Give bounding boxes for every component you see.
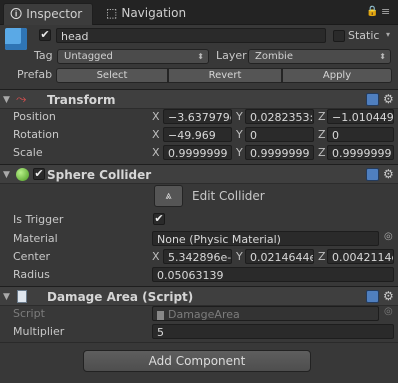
help-book-icon[interactable] (366, 93, 379, 106)
help-book-icon[interactable] (366, 290, 379, 303)
script-value: DamageArea (168, 308, 240, 321)
foldout-arrow-icon[interactable]: ▼ (3, 95, 10, 105)
tab-inspector[interactable]: 🛈 Inspector (3, 3, 94, 25)
rotation-x-label: X (152, 128, 160, 141)
position-y-label: Y (236, 110, 243, 123)
scale-label: Scale (13, 146, 43, 159)
script-label: Script (13, 307, 45, 320)
prefab-apply-button[interactable]: Apply (282, 68, 392, 83)
rotation-z-label: Z (318, 128, 326, 141)
position-x-label: X (152, 110, 160, 123)
scale-y-label: Y (236, 146, 243, 159)
layer-arrow-icon: ⬍ (379, 52, 386, 61)
navigation-icon: ⬚ (106, 6, 118, 20)
active-checkbox[interactable]: ✔ (39, 29, 51, 41)
is-trigger-checkbox[interactable]: ✔ (153, 213, 165, 225)
foldout-arrow-icon[interactable]: ▼ (3, 170, 10, 180)
center-z-label: Z (318, 250, 326, 263)
radius-field[interactable]: 0.05063139 (152, 267, 394, 282)
center-x-label: X (152, 250, 160, 263)
menu-icon[interactable]: ≡ (381, 5, 390, 18)
scale-x-field[interactable]: 0.9999999 (163, 145, 232, 160)
position-label: Position (13, 110, 56, 123)
position-z-field[interactable]: −1.010449е (327, 109, 394, 124)
layer-dropdown[interactable]: Zombie ⬍ (248, 49, 391, 64)
foldout-arrow-icon[interactable]: ▼ (3, 292, 10, 302)
tag-value: Untagged (64, 51, 113, 62)
layer-label: Layer (216, 49, 247, 62)
radius-label: Radius (13, 268, 50, 281)
sphere-collider-title: Sphere Collider (47, 168, 152, 182)
tag-arrow-icon: ⬍ (197, 52, 204, 61)
name-field[interactable]: head (56, 28, 326, 43)
tab-inspector-label: Inspector (26, 7, 83, 21)
transform-title: Transform (47, 93, 116, 107)
is-trigger-label: Is Trigger (13, 213, 64, 226)
position-z-label: Z (318, 110, 326, 123)
prefab-label: Prefab (17, 68, 53, 81)
transform-icon: ⤳ (16, 92, 27, 107)
scale-y-field[interactable]: 0.9999999 (245, 145, 314, 160)
material-label: Material (13, 232, 58, 245)
prefab-revert-button[interactable]: Revert (168, 68, 282, 83)
multiplier-label: Multiplier (13, 325, 65, 338)
scale-x-label: X (152, 146, 160, 159)
material-field[interactable]: None (Physic Material) (152, 231, 379, 246)
sphere-collider-enabled-checkbox[interactable]: ✔ (33, 168, 45, 180)
script-field: DamageArea (152, 306, 379, 321)
static-checkbox[interactable] (333, 30, 345, 42)
center-z-field[interactable]: 0.0042114с (327, 249, 394, 264)
gameobject-cube-icon (5, 28, 27, 50)
help-book-icon[interactable] (366, 168, 379, 181)
tab-bar: 🛈 Inspector ⬚ Navigation 🔒 ≡ (0, 0, 398, 25)
script-picker-icon: ◎ (384, 306, 393, 317)
transform-header[interactable]: ▼ ⤳ Transform ⚙ (0, 89, 398, 109)
edit-collider-label: Edit Collider (192, 189, 265, 203)
script-icon (157, 310, 164, 320)
position-y-field[interactable]: 0.0282353: (245, 109, 314, 124)
center-y-field[interactable]: 0.0214644е (245, 249, 314, 264)
script-file-icon (17, 290, 27, 303)
rotation-z-field[interactable]: 0 (327, 127, 394, 142)
center-y-label: Y (236, 250, 243, 263)
info-icon: 🛈 (10, 7, 23, 21)
prefab-select-button[interactable]: Select (56, 68, 168, 83)
sphere-collider-icon (16, 168, 29, 181)
object-picker-icon[interactable]: ◎ (384, 231, 393, 242)
position-x-field[interactable]: −3.637979е (163, 109, 232, 124)
rotation-y-field[interactable]: 0 (245, 127, 314, 142)
static-dropdown-icon[interactable]: ▾ (386, 30, 390, 39)
add-component-button[interactable]: Add Component (83, 350, 311, 372)
lock-icon[interactable]: 🔒 (366, 6, 378, 17)
edit-collider-button[interactable]: ⩓ (154, 185, 183, 207)
rotation-label: Rotation (13, 128, 60, 141)
rotation-y-label: Y (236, 128, 243, 141)
static-label: Static (348, 29, 380, 42)
tag-dropdown[interactable]: Untagged ⬍ (57, 49, 209, 64)
scale-z-field[interactable]: 0.9999999 (327, 145, 394, 160)
tag-label: Tag (34, 49, 53, 62)
damage-area-header[interactable]: ▼ Damage Area (Script) ⚙ (0, 286, 398, 306)
multiplier-field[interactable]: 5 (152, 324, 394, 339)
layer-value: Zombie (255, 51, 293, 62)
damage-area-title: Damage Area (Script) (47, 290, 194, 304)
center-label: Center (13, 250, 51, 263)
tab-navigation[interactable]: ⬚ Navigation (106, 3, 186, 24)
center-x-field[interactable]: 5.342896e- (163, 249, 232, 264)
tab-navigation-label: Navigation (121, 6, 187, 20)
gear-icon[interactable]: ⚙ (383, 167, 394, 181)
gear-icon[interactable]: ⚙ (383, 289, 394, 303)
sphere-collider-header[interactable]: ▼ ✔ Sphere Collider ⚙ (0, 164, 398, 184)
divider (0, 342, 398, 343)
scale-z-label: Z (318, 146, 326, 159)
gear-icon[interactable]: ⚙ (383, 92, 394, 106)
rotation-x-field[interactable]: −49.969 (163, 127, 232, 142)
edit-collider-icon: ⩓ (165, 189, 172, 202)
